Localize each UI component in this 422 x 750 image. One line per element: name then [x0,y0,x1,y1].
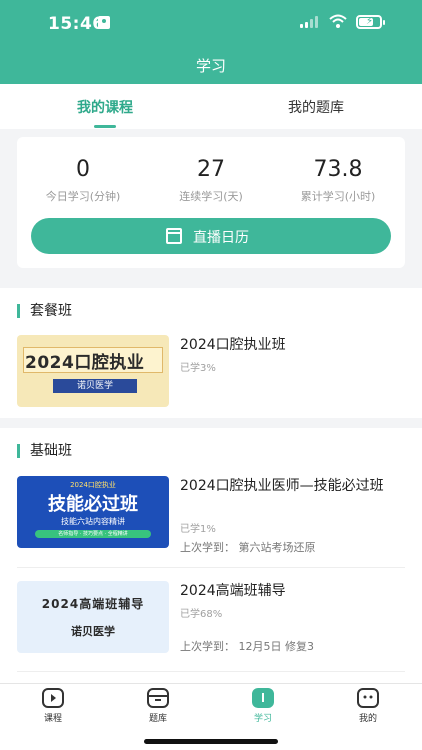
course-title: 2024口腔执业班 [180,337,286,353]
course-thumbnail: 2024口腔执业 技能必过班 技能六站内容精讲 名师指导 · 技巧要点 · 全程… [17,476,169,548]
home-indicator [144,739,278,744]
study-stats-card: 0 今日学习(分钟) 27 连续学习(天) 73.8 累计学习(小时) 直播日历 [17,137,405,268]
course-title: 2024口腔执业医师—技能必过班 [180,478,384,494]
page-title: 学习 [195,57,226,75]
thumbnail-main-text: 技能必过班 [48,494,138,515]
nav-label: 我的 [358,714,377,724]
cellular-signal-icon [300,16,320,28]
course-progress: 已学1% [180,524,216,535]
question-bank-icon [147,688,169,708]
tab-my-courses[interactable]: 我的课程 [25,97,185,117]
section-title: 基础班 [17,444,72,458]
thumbnail-sub-text: 诺贝医学 [71,625,115,638]
status-time: 15:46 [48,14,105,34]
divider [17,671,405,672]
course-progress: 已学68% [180,609,223,620]
profile-face-icon [357,688,379,708]
course-title: 2024高端班辅导 [180,583,286,599]
tab-my-question-bank[interactable]: 我的题库 [236,97,396,117]
course-item[interactable]: 2024口腔执业 诺贝医学 2024口腔执业班 已学3% [17,335,405,409]
section-basic: 基础班 2024口腔执业 技能必过班 技能六站内容精讲 名师指导 · 技巧要点 … [0,428,422,683]
thumbnail-sub-text: 技能六站内容精讲 [61,517,125,526]
thumbnail-main-text: 2024高端班辅导 [41,597,145,611]
tab-bar: 我的课程 我的题库 [0,84,422,129]
thumbnail-sub-text: 诺贝医学 [53,379,137,393]
stat-streak-label: 连续学习(天) [179,190,243,203]
stat-total-label: 累计学习(小时) [300,190,376,203]
calendar-icon [166,228,182,244]
nav-label: 课程 [43,714,62,724]
nav-course[interactable]: 课程 [23,688,83,724]
course-progress: 已学3% [180,363,216,374]
nav-study[interactable]: 学习 [233,688,293,724]
stat-today-label: 今日学习(分钟) [45,190,121,203]
stat-total-value: 73.8 [313,157,363,182]
wifi-icon [329,14,347,28]
top-header: 15:46 ⚡ 学习 [0,0,422,84]
stat-total: 73.8 累计学习(小时) [278,157,398,204]
active-tab-indicator [94,125,116,128]
stat-streak: 27 连续学习(天) [151,157,271,204]
course-thumbnail: 2024口腔执业 诺贝医学 [17,335,169,407]
divider [17,567,405,568]
book-icon [252,688,274,708]
thumbnail-top-text: 2024口腔执业 [70,481,116,489]
stat-today-value: 0 [76,157,90,182]
course-item[interactable]: 2024口腔执业 技能必过班 技能六站内容精讲 名师指导 · 技巧要点 · 全程… [17,476,405,554]
course-last-learned: 上次学到： 第六站考场还原 [180,541,316,554]
stat-today: 0 今日学习(分钟) [23,157,143,204]
nav-label: 题库 [148,714,167,724]
thumbnail-main-text: 2024口腔执业 [25,353,145,373]
thumbnail-badge: 名师指导 · 技巧要点 · 全程精讲 [35,530,151,538]
live-calendar-label: 直播日历 [193,230,249,246]
nav-question-bank[interactable]: 题库 [128,688,188,724]
play-icon [42,688,64,708]
course-thumbnail: 2024高端班辅导 诺贝医学 [17,581,169,653]
section-package: 套餐班 2024口腔执业 诺贝医学 2024口腔执业班 已学3% [0,288,422,418]
nav-label: 学习 [253,714,272,724]
battery-charging-icon: ⚡ [356,15,385,29]
contact-card-icon [98,16,110,29]
course-item[interactable]: 2024高端班辅导 诺贝医学 2024高端班辅导 已学68% 上次学到： 12月… [17,581,405,655]
section-title: 套餐班 [17,304,72,318]
nav-profile[interactable]: 我的 [338,688,398,724]
course-last-learned: 上次学到： 12月5日 修复3 [180,640,314,653]
stat-streak-value: 27 [197,157,225,182]
live-calendar-button[interactable]: 直播日历 [31,218,391,254]
